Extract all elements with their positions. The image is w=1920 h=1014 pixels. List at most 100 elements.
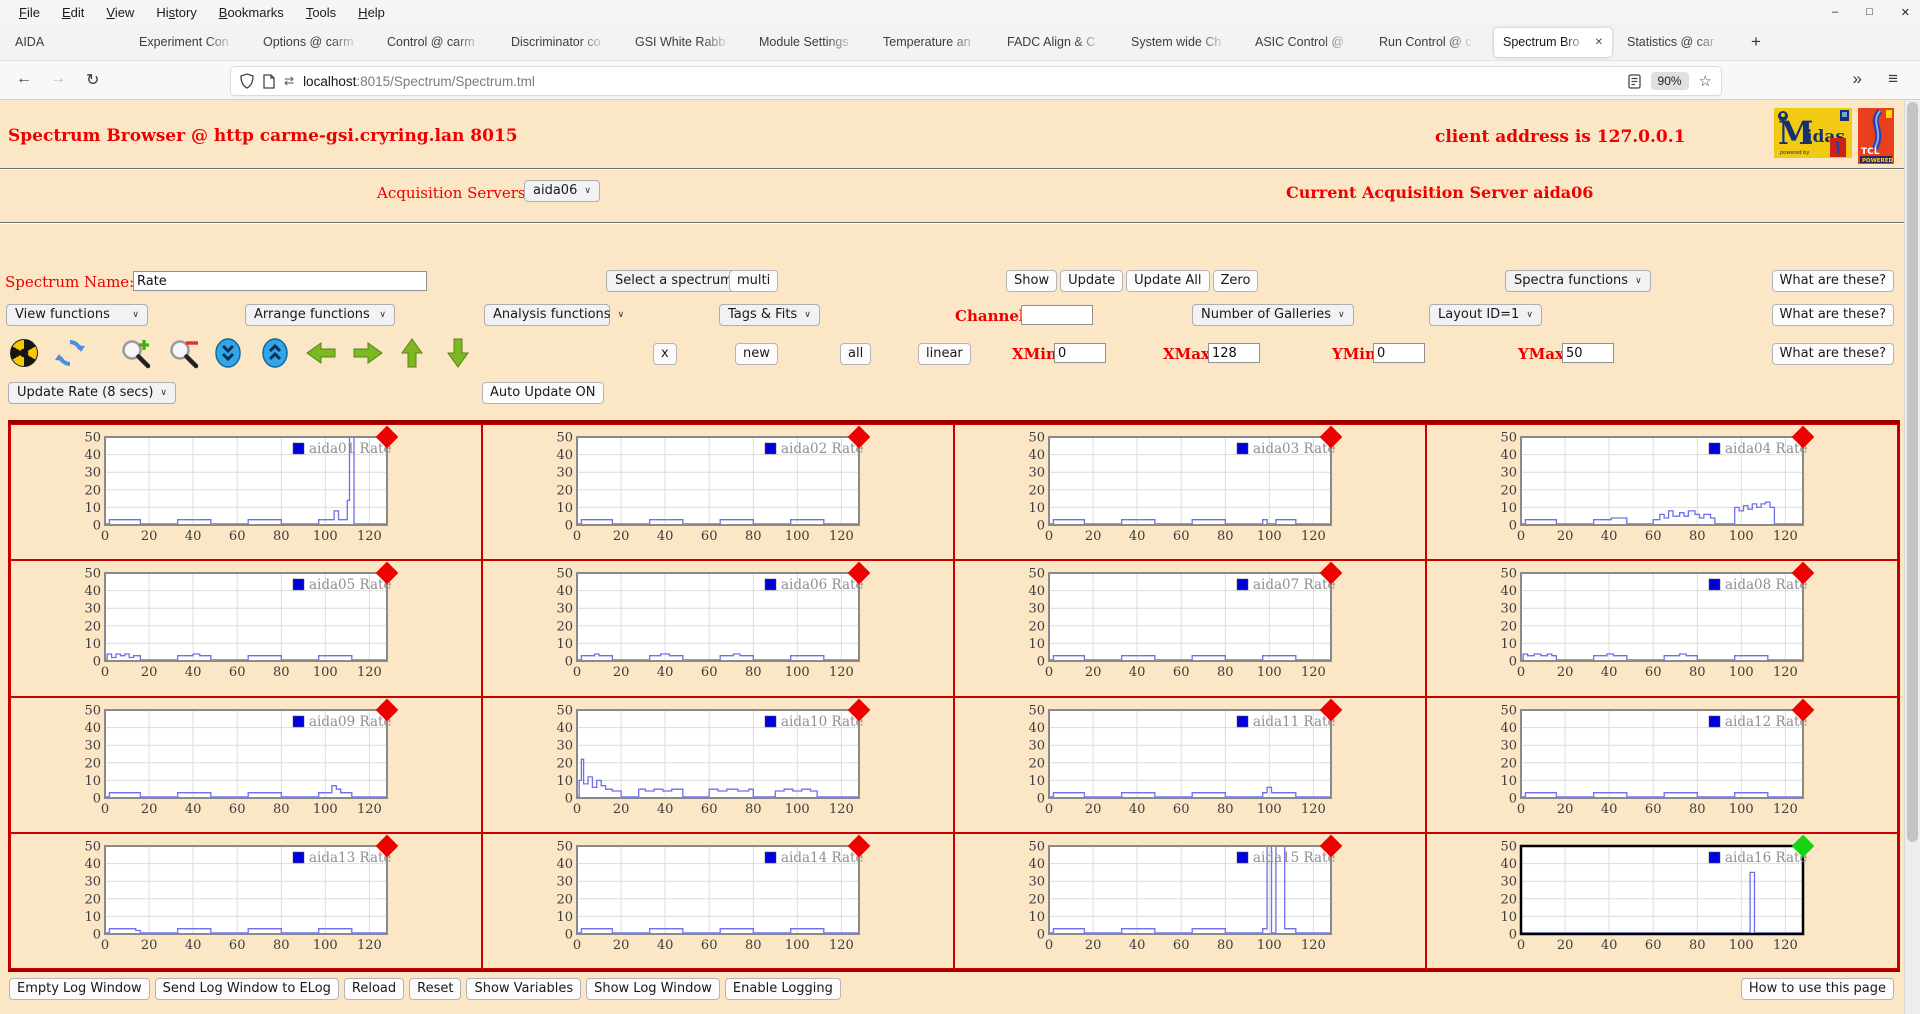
xmin-input[interactable] [1054, 343, 1106, 363]
tab-asic-control[interactable]: ASIC Control @ [1246, 28, 1364, 57]
tab-control-carm[interactable]: Control @ carm [378, 28, 496, 57]
tags-fits-dropdown[interactable]: Tags & Fits∨ [719, 304, 820, 326]
gallery-cell-aida03-rate[interactable]: 01020304050020406080100120 aida03 Rate [954, 424, 1426, 560]
tab-statistics-car[interactable]: Statistics @ car [1618, 28, 1736, 57]
spectrum-plot[interactable]: 01020304050020406080100120 aida12 Rate [1487, 704, 1837, 831]
menu-bookmarks[interactable]: Bookmarks [208, 5, 295, 20]
spectrum-plot[interactable]: 01020304050020406080100120 aida14 Rate [543, 840, 893, 967]
x-axis-button[interactable]: x [653, 343, 677, 365]
gallery-cell-aida10-rate[interactable]: 01020304050020406080100120 aida10 Rate [482, 697, 954, 833]
shield-icon[interactable] [240, 73, 254, 89]
scroll-down-icon[interactable] [214, 338, 242, 368]
spectrum-plot[interactable]: 01020304050020406080100120 aida11 Rate [1015, 704, 1365, 831]
gallery-cell-aida01-rate[interactable]: 01020304050020406080100120 aida01 Rate [10, 424, 482, 560]
forward-button[interactable]: → [50, 70, 66, 88]
bookmark-star-icon[interactable]: ☆ [1699, 72, 1712, 90]
tab-options-carm[interactable]: Options @ carm [254, 28, 372, 57]
show-variables-button[interactable]: Show Variables [466, 978, 581, 1000]
scrollbar[interactable] [1904, 100, 1920, 1014]
refresh-icon[interactable] [55, 338, 85, 368]
radiation-icon[interactable] [10, 339, 38, 367]
number-of-galleries-dropdown[interactable]: Number of Galleries∨ [1192, 304, 1354, 326]
tab-fadc-align-c[interactable]: FADC Align & C [998, 28, 1116, 57]
gallery-cell-aida02-rate[interactable]: 01020304050020406080100120 aida02 Rate [482, 424, 954, 560]
menu-tools[interactable]: Tools [295, 5, 347, 20]
tab-module-settings[interactable]: Module Settings [750, 28, 868, 57]
permissions-icon[interactable]: ⇄ [284, 74, 294, 88]
gallery-cell-aida13-rate[interactable]: 01020304050020406080100120 aida13 Rate [10, 833, 482, 969]
spectrum-plot[interactable]: 01020304050020406080100120 aida15 Rate [1015, 840, 1365, 967]
gallery-cell-aida08-rate[interactable]: 01020304050020406080100120 aida08 Rate [1426, 560, 1898, 696]
arrow-up-icon[interactable] [400, 338, 424, 368]
new-tab-button[interactable]: + [1742, 28, 1770, 56]
gallery-cell-aida12-rate[interactable]: 01020304050020406080100120 aida12 Rate [1426, 697, 1898, 833]
all-button[interactable]: all [840, 343, 871, 365]
spectrum-plot[interactable]: 01020304050020406080100120 aida08 Rate [1487, 567, 1837, 694]
spectrum-plot[interactable]: 01020304050020406080100120 aida04 Rate [1487, 431, 1837, 558]
empty-log-window-button[interactable]: Empty Log Window [9, 978, 150, 1000]
arrow-right-icon[interactable] [353, 341, 383, 365]
gallery-cell-aida16-rate[interactable]: 01020304050020406080100120 aida16 Rate [1426, 833, 1898, 969]
spectrum-plot[interactable]: 01020304050020406080100120 aida03 Rate [1015, 431, 1365, 558]
tab-aida[interactable]: AIDA [6, 28, 124, 57]
scrollbar-thumb[interactable] [1907, 102, 1918, 842]
spectrum-plot[interactable]: 01020304050020406080100120 aida01 Rate [71, 431, 421, 558]
new-button[interactable]: new [735, 343, 778, 365]
spectrum-plot[interactable]: 01020304050020406080100120 aida05 Rate [71, 567, 421, 694]
reload-button[interactable]: ↻ [86, 70, 99, 90]
minimize-button[interactable]: – [1832, 6, 1838, 18]
ymax-input[interactable] [1562, 343, 1614, 363]
spectrum-plot[interactable]: 01020304050020406080100120 aida13 Rate [71, 840, 421, 967]
tab-discriminator-co[interactable]: Discriminator co [502, 28, 620, 57]
linear-button[interactable]: linear [918, 343, 971, 365]
gallery-cell-aida15-rate[interactable]: 01020304050020406080100120 aida15 Rate [954, 833, 1426, 969]
reset-button[interactable]: Reset [409, 978, 461, 1000]
how-to-use-button[interactable]: How to use this page [1741, 978, 1894, 1000]
menu-history[interactable]: History [145, 5, 207, 20]
tab-system-wide-ch[interactable]: System wide Ch [1122, 28, 1240, 57]
zoom-in-icon[interactable] [120, 338, 152, 370]
reader-mode-icon[interactable] [1628, 74, 1641, 89]
zoom-level-badge[interactable]: 90% [1651, 72, 1689, 90]
reload-button[interactable]: Reload [344, 978, 404, 1000]
tab-temperature-an[interactable]: Temperature an [874, 28, 992, 57]
gallery-cell-aida11-rate[interactable]: 01020304050020406080100120 aida11 Rate [954, 697, 1426, 833]
toolbar-overflow-icon[interactable]: » [1853, 69, 1862, 89]
spectrum-plot[interactable]: 01020304050020406080100120 aida02 Rate [543, 431, 893, 558]
tab-gsi-white-rabb[interactable]: GSI White Rabb [626, 28, 744, 57]
tab-run-control-c[interactable]: Run Control @ c [1370, 28, 1488, 57]
channel-input[interactable] [1021, 305, 1093, 325]
show-button[interactable]: Show [1006, 270, 1057, 292]
gallery-cell-aida14-rate[interactable]: 01020304050020406080100120 aida14 Rate [482, 833, 954, 969]
zoom-out-icon[interactable] [168, 338, 200, 370]
maximize-button[interactable]: □ [1866, 6, 1873, 18]
gallery-cell-aida05-rate[interactable]: 01020304050020406080100120 aida05 Rate [10, 560, 482, 696]
spectrum-name-input[interactable] [133, 271, 427, 291]
scroll-up-icon[interactable] [261, 338, 289, 368]
spectrum-plot[interactable]: 01020304050020406080100120 aida16 Rate [1487, 840, 1837, 967]
url-text[interactable]: localhost:8015/Spectrum/Spectrum.tml [303, 74, 535, 89]
auto-update-button[interactable]: Auto Update ON [482, 382, 604, 404]
gallery-cell-aida09-rate[interactable]: 01020304050020406080100120 aida09 Rate [10, 697, 482, 833]
tab-experiment-con[interactable]: Experiment Con [130, 28, 248, 57]
show-log-window-button[interactable]: Show Log Window [586, 978, 720, 1000]
url-bar[interactable]: ⇄ localhost:8015/Spectrum/Spectrum.tml 9… [230, 66, 1722, 96]
menu-help[interactable]: Help [347, 5, 396, 20]
spectrum-plot[interactable]: 01020304050020406080100120 aida10 Rate [543, 704, 893, 831]
tab-spectrum-bro[interactable]: Spectrum Bro✕ [1494, 28, 1612, 57]
page-icon[interactable] [263, 74, 275, 89]
layout-id-dropdown[interactable]: Layout ID=1∨ [1429, 304, 1542, 326]
arrow-down-icon[interactable] [446, 338, 470, 368]
spectrum-plot[interactable]: 01020304050020406080100120 aida06 Rate [543, 567, 893, 694]
zero-button[interactable]: Zero [1213, 270, 1259, 292]
what-are-these-button-row1[interactable]: What are these? [1772, 270, 1894, 292]
analysis-functions-dropdown[interactable]: Analysis functions∨ [484, 304, 610, 326]
menu-file[interactable]: File [8, 5, 51, 20]
what-are-these-button-row2[interactable]: What are these? [1772, 304, 1894, 326]
spectrum-plot[interactable]: 01020304050020406080100120 aida07 Rate [1015, 567, 1365, 694]
gallery-cell-aida07-rate[interactable]: 01020304050020406080100120 aida07 Rate [954, 560, 1426, 696]
gallery-cell-aida06-rate[interactable]: 01020304050020406080100120 aida06 Rate [482, 560, 954, 696]
gallery-cell-aida04-rate[interactable]: 01020304050020406080100120 aida04 Rate [1426, 424, 1898, 560]
update-rate-dropdown[interactable]: Update Rate (8 secs)∨ [8, 382, 176, 404]
xmax-input[interactable] [1208, 343, 1260, 363]
